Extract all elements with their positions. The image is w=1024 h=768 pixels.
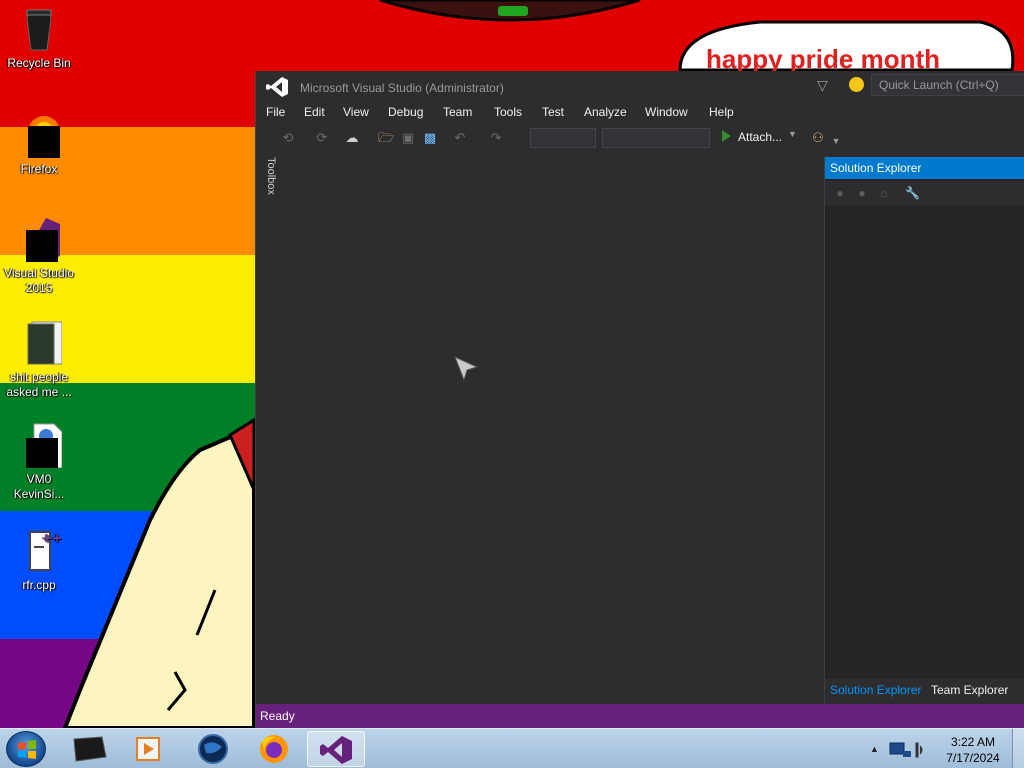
show-hidden-icons-icon[interactable]: ▲ bbox=[870, 744, 879, 754]
menu-test[interactable]: Test bbox=[542, 105, 564, 119]
feedback-smiley-icon[interactable] bbox=[849, 77, 864, 92]
svg-text:++: ++ bbox=[42, 531, 62, 545]
menu-help[interactable]: Help bbox=[709, 105, 734, 119]
status-bar: Ready bbox=[256, 704, 1024, 728]
menu-edit[interactable]: Edit bbox=[304, 105, 325, 119]
navigate-forward-icon[interactable]: ⟳ bbox=[314, 130, 330, 146]
desktop-icon-folder[interactable]: shit people asked me ... bbox=[2, 320, 76, 400]
toolbox-tab[interactable]: Toolbox bbox=[259, 157, 277, 203]
cpp-file-icon: ++ bbox=[16, 528, 62, 574]
title-bar[interactable]: Microsoft Visual Studio (Administrator) … bbox=[256, 71, 1024, 101]
tab-solution-explorer[interactable]: Solution Explorer bbox=[830, 683, 921, 697]
desktop-icon-visual-studio[interactable]: Visual Studio 2015 bbox=[2, 216, 76, 296]
properties-wrench-icon[interactable]: 🔧 bbox=[905, 186, 920, 200]
configuration-dropdown[interactable] bbox=[530, 128, 596, 148]
menu-analyze[interactable]: Analyze bbox=[584, 105, 627, 119]
open-file-icon[interactable]: 🗁 bbox=[378, 130, 394, 146]
status-text: Ready bbox=[260, 709, 295, 723]
chevron-down-icon[interactable]: ▼ bbox=[788, 129, 797, 139]
back-icon[interactable]: ● bbox=[833, 186, 847, 200]
save-icon[interactable]: ▣ bbox=[400, 130, 416, 146]
tray-icons[interactable] bbox=[888, 738, 928, 762]
firefox-icon bbox=[16, 112, 62, 158]
find-in-files-icon[interactable]: ⚇ bbox=[810, 130, 826, 146]
solution-explorer-tabs: Solution Explorer Team Explorer bbox=[825, 679, 1024, 703]
taskbar-app-globe[interactable] bbox=[184, 731, 242, 767]
desktop-icon-label: Recycle Bin bbox=[7, 56, 71, 70]
globe-icon bbox=[198, 734, 228, 764]
desktop-icon-vm0[interactable]: VM0 KevinSi... bbox=[2, 422, 76, 502]
menu-view[interactable]: View bbox=[343, 105, 369, 119]
save-all-icon[interactable]: ▩ bbox=[422, 130, 438, 146]
toolbar-options-icon[interactable]: ▼ bbox=[828, 133, 844, 149]
solution-explorer-toolbar: ● ● ⌂ 🔧 bbox=[825, 181, 1024, 205]
play-icon[interactable] bbox=[722, 130, 731, 142]
notification-filter-icon[interactable]: ▽ bbox=[817, 77, 828, 94]
taskbar: ▲ 3:22 AM 7/17/2024 bbox=[0, 728, 1024, 768]
desktop-icon-firefox[interactable]: Firefox bbox=[2, 112, 76, 177]
navigate-back-icon[interactable]: ⟲ bbox=[280, 130, 296, 146]
attach-button[interactable]: Attach... bbox=[738, 130, 782, 144]
folder-icon bbox=[16, 320, 63, 366]
menu-debug[interactable]: Debug bbox=[388, 105, 423, 119]
system-clock[interactable]: 3:22 AM 7/17/2024 bbox=[933, 734, 1013, 766]
vs-logo-icon bbox=[266, 77, 288, 97]
desktop-icon-recycle-bin[interactable]: Recycle Bin bbox=[2, 6, 76, 71]
editor-area[interactable] bbox=[280, 153, 823, 703]
solution-explorer-title[interactable]: Solution Explorer bbox=[825, 157, 1024, 179]
start-button[interactable] bbox=[6, 731, 46, 767]
quick-launch-input[interactable]: Quick Launch (Ctrl+Q) bbox=[871, 74, 1024, 96]
terminal-icon bbox=[73, 736, 107, 762]
clock-time: 3:22 AM bbox=[950, 735, 996, 749]
show-desktop-button[interactable] bbox=[1012, 729, 1024, 768]
menu-team[interactable]: Team bbox=[443, 105, 472, 119]
solution-explorer-panel[interactable]: Solution Explorer ● ● ⌂ 🔧 Solution Explo… bbox=[824, 157, 1024, 703]
taskbar-app-visual-studio[interactable] bbox=[307, 731, 365, 767]
taskbar-app-terminal[interactable] bbox=[60, 731, 118, 767]
visual-studio-icon bbox=[320, 736, 352, 764]
menu-bar: File Edit View Debug Team Tools Test Ana… bbox=[256, 103, 1024, 123]
platform-dropdown[interactable] bbox=[602, 128, 710, 148]
windows-logo-icon bbox=[18, 740, 36, 759]
firefox-icon bbox=[260, 735, 288, 763]
new-project-icon[interactable]: ☁ bbox=[344, 130, 360, 146]
taskbar-app-firefox[interactable] bbox=[244, 731, 302, 767]
mouse-cursor-icon bbox=[453, 355, 481, 386]
media-player-icon bbox=[136, 737, 160, 761]
visual-studio-icon bbox=[16, 216, 62, 262]
desktop-icon-label: rfr.cpp bbox=[22, 578, 56, 592]
menu-tools[interactable]: Tools bbox=[494, 105, 522, 119]
recycle-bin-icon bbox=[16, 6, 62, 52]
redo-icon[interactable]: ↷ bbox=[488, 130, 504, 146]
taskbar-app-media-player[interactable] bbox=[120, 731, 178, 767]
menu-file[interactable]: File bbox=[266, 105, 285, 119]
window-title: Microsoft Visual Studio (Administrator) bbox=[300, 81, 504, 95]
clock-date: 7/17/2024 bbox=[946, 751, 1000, 765]
desktop-icon-label: Visual Studio 2015 bbox=[4, 266, 74, 295]
desktop-icon-rfr-cpp[interactable]: ++ rfr.cpp bbox=[2, 528, 76, 593]
undo-icon[interactable]: ↶ bbox=[452, 130, 468, 146]
tab-team-explorer[interactable]: Team Explorer bbox=[931, 683, 1008, 697]
desktop-icon-label: VM0 KevinSi... bbox=[13, 472, 65, 501]
forward-icon[interactable]: ● bbox=[855, 186, 869, 200]
desktop-icon-label: Firefox bbox=[20, 162, 58, 176]
desktop-icon-label: shit people asked me ... bbox=[6, 370, 72, 399]
standard-toolbar: ⟲ ⟳ ☁ 🗁 ▣ ▩ ↶ ↷ Attach... ▼ ⚇ ▼ bbox=[256, 125, 1024, 151]
visual-studio-window[interactable]: Microsoft Visual Studio (Administrator) … bbox=[255, 71, 1024, 728]
document-icon bbox=[16, 422, 63, 469]
menu-window[interactable]: Window bbox=[645, 105, 688, 119]
home-icon[interactable]: ⌂ bbox=[877, 186, 891, 200]
